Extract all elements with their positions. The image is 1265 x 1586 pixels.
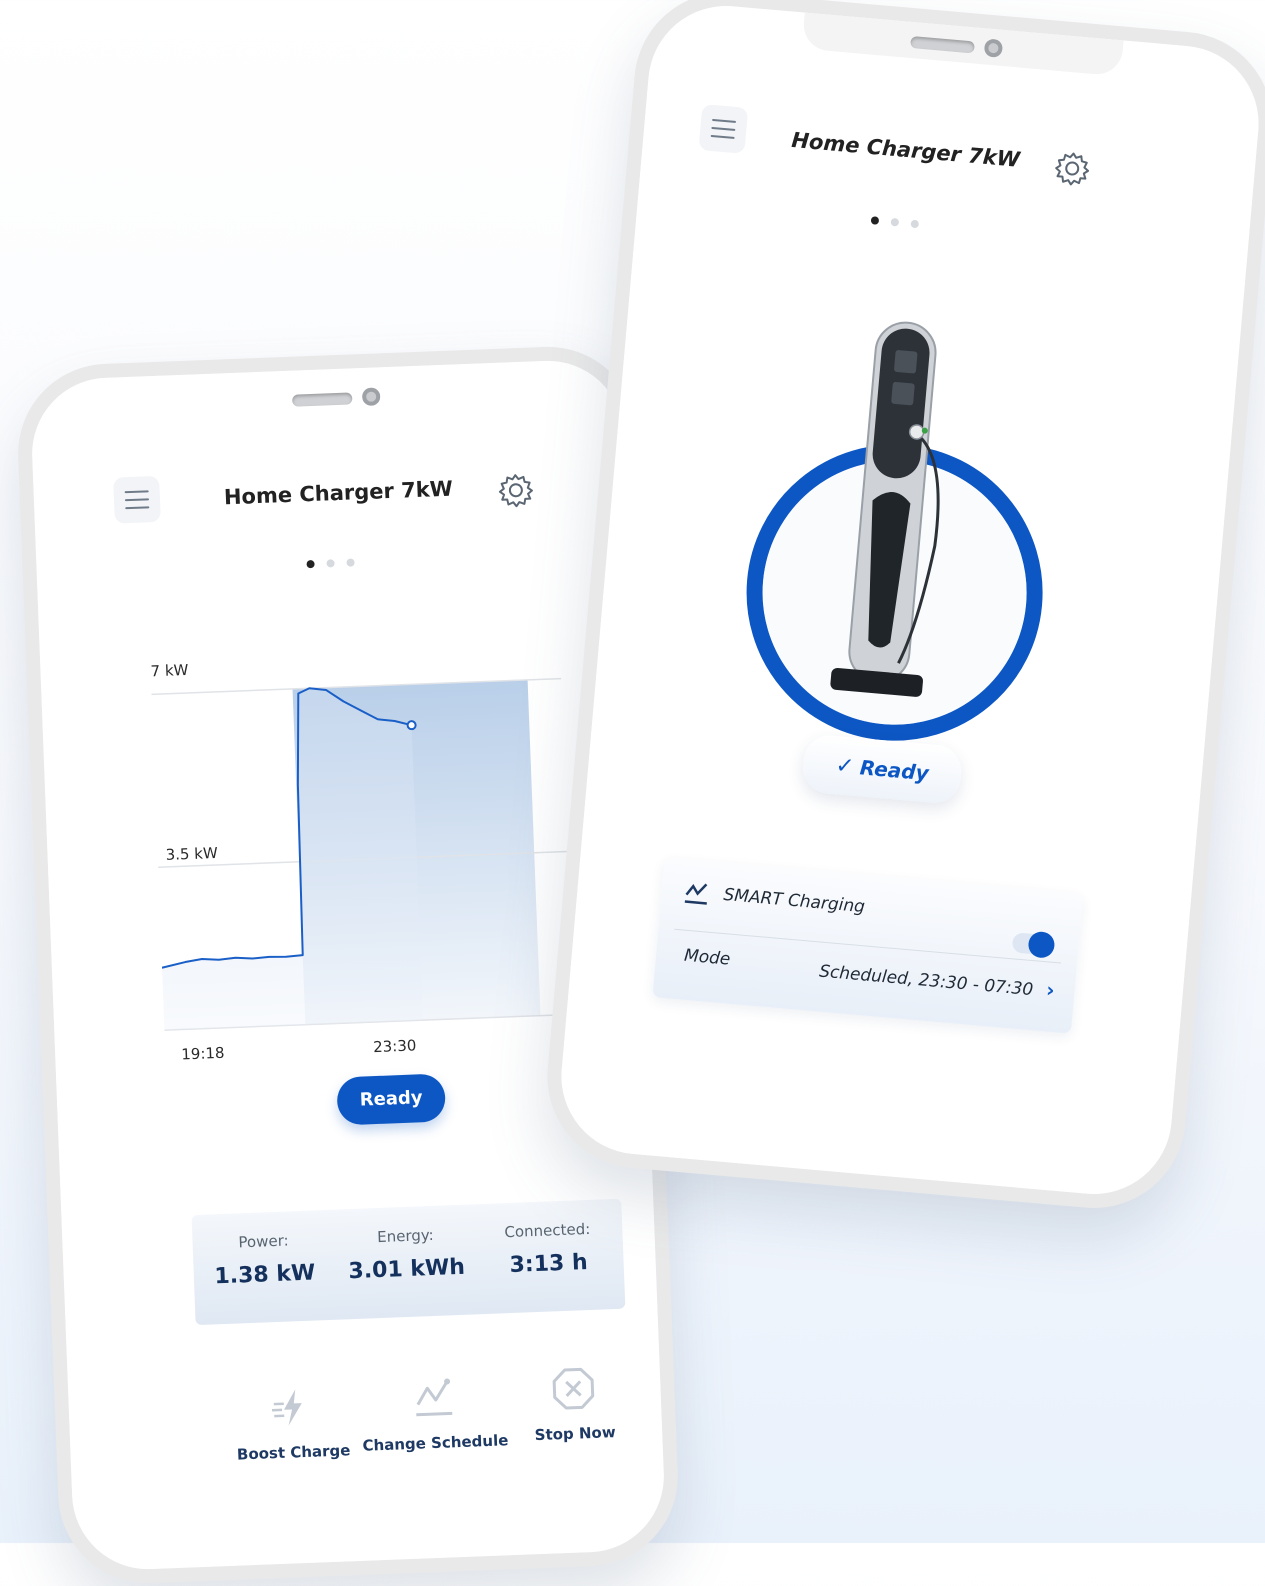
page-title: Home Charger 7kW (223, 477, 453, 510)
earpiece-speaker (292, 392, 352, 406)
stop-now-button[interactable]: Stop Now (498, 1364, 651, 1446)
card-divider (674, 929, 1061, 964)
boost-icon (269, 1385, 315, 1431)
page-indicator (306, 551, 367, 572)
page-dot[interactable] (346, 558, 354, 566)
charger-illustration (719, 290, 1100, 798)
y-tick-7kw: 7 kW (150, 661, 189, 680)
menu-button[interactable] (113, 476, 161, 524)
ready-badge-label: Ready (859, 755, 930, 785)
schedule-chart-icon (411, 1375, 457, 1421)
stat-power-label: Power: (198, 1230, 329, 1253)
page-dot[interactable] (910, 220, 919, 229)
mode-value: Scheduled, 23:30 - 07:30 (818, 962, 1034, 1001)
page-indicator (870, 209, 931, 233)
page-dot[interactable] (326, 559, 334, 567)
stop-icon (551, 1366, 597, 1412)
gear-icon[interactable] (495, 469, 537, 511)
check-icon: ✓ (835, 753, 856, 780)
smart-chart-icon (683, 879, 711, 907)
mode-row[interactable]: Scheduled, 23:30 - 07:30 › (818, 958, 1055, 1002)
current-value-point (407, 721, 415, 729)
power-chart (151, 668, 585, 1044)
boost-charge-label: Boost Charge (218, 1441, 369, 1465)
stat-connected-value: 3:13 h (483, 1249, 614, 1279)
page-dot-active[interactable] (871, 216, 880, 225)
stat-power: Power: 1.38 kW (198, 1230, 330, 1290)
change-schedule-label: Change Schedule (360, 1431, 511, 1455)
page-dot[interactable] (891, 218, 900, 227)
power-area (151, 684, 422, 1030)
stat-connected-label: Connected: (482, 1219, 613, 1242)
smart-charging-toggle[interactable] (1012, 932, 1054, 955)
toggle-knob (1027, 931, 1055, 959)
front-camera (362, 387, 381, 406)
stat-energy-value: 3.01 kWh (341, 1254, 472, 1284)
stat-connected: Connected: 3:13 h (482, 1219, 614, 1279)
x-tick-2330: 23:30 (373, 1036, 417, 1056)
x-tick-1918: 19:18 (181, 1044, 225, 1064)
page-dot-active[interactable] (306, 560, 314, 568)
page-title: Home Charger 7kW (791, 128, 1021, 172)
menu-button[interactable] (698, 104, 748, 154)
chevron-right-icon: › (1045, 977, 1055, 1002)
gear-icon[interactable] (1051, 147, 1094, 190)
stats-panel: Power: 1.38 kW Energy: 3.01 kWh Connecte… (191, 1199, 625, 1325)
mode-label: Mode (683, 946, 731, 970)
right-phone-screen: Home Charger 7kW ✓Ready (555, 0, 1265, 1200)
smart-charging-label: SMART Charging (723, 885, 866, 917)
stat-energy: Energy: 3.01 kWh (340, 1225, 472, 1285)
stop-now-label: Stop Now (500, 1422, 651, 1446)
stat-power-value: 1.38 kW (199, 1260, 330, 1290)
stat-energy-label: Energy: (340, 1225, 471, 1248)
ready-badge: ✓Ready (801, 733, 963, 805)
right-phone: Home Charger 7kW ✓Ready (540, 0, 1265, 1216)
notch (802, 0, 1125, 76)
change-schedule-button[interactable]: Change Schedule (358, 1373, 511, 1455)
smart-charging-card: SMART Charging Mode Scheduled, 23:30 - 0… (652, 858, 1083, 1034)
boost-charge-button[interactable]: Boost Charge (216, 1383, 369, 1465)
status-ready-button[interactable]: Ready (336, 1073, 446, 1125)
